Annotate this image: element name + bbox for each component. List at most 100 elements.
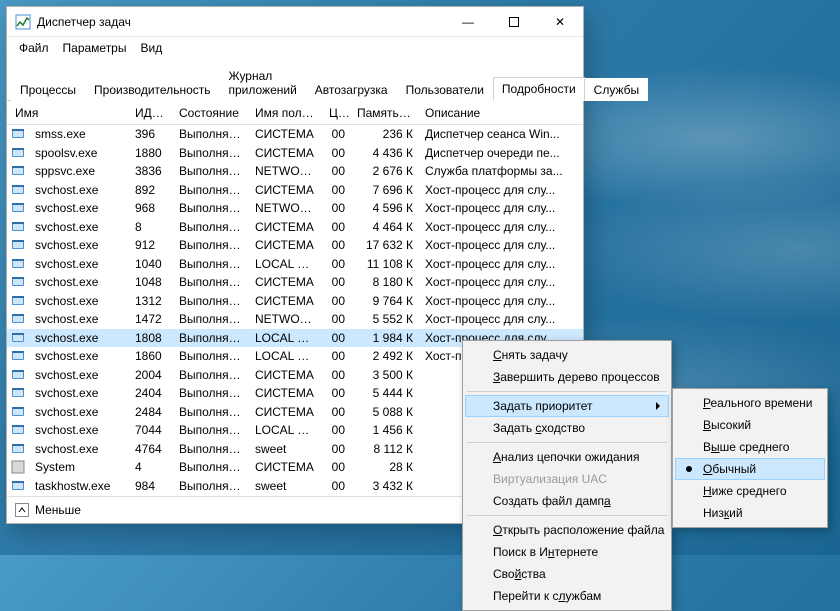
table-row[interactable]: svchost.exe968ВыполняетсяNETWORK...004 5… — [7, 199, 583, 218]
col-user[interactable]: Имя польз... — [249, 106, 323, 120]
menu-item-create-dump[interactable]: Создать файл дампа — [465, 490, 669, 512]
menu-item-search-online[interactable]: Поиск в Интернете — [465, 541, 669, 563]
cell-user: СИСТЕМА — [249, 386, 323, 400]
menu-item-end-task[interactable]: Снять задачу — [465, 344, 669, 366]
menu-item-end-tree[interactable]: Завершить дерево процессов — [465, 366, 669, 388]
process-icon — [11, 423, 25, 437]
cell-status: Выполняется — [173, 442, 249, 456]
menu-item-set-affinity[interactable]: Задать сходство — [465, 417, 669, 439]
table-row[interactable]: svchost.exe1312ВыполняетсяСИСТЕМА009 764… — [7, 292, 583, 311]
process-icon — [11, 442, 25, 456]
cell-desc: Хост-процесс для слу... — [419, 201, 581, 215]
priority-low[interactable]: Низкий — [675, 502, 825, 524]
submenu-arrow-icon — [656, 402, 660, 410]
cell-name: System — [29, 460, 129, 474]
tab-3[interactable]: Автозагрузка — [306, 78, 397, 101]
fewer-details-button[interactable] — [15, 503, 29, 517]
col-status[interactable]: Состояние — [173, 106, 249, 120]
cell-mem: 7 696 К — [351, 183, 419, 197]
process-icon — [11, 368, 25, 382]
cell-pid: 396 — [129, 127, 173, 141]
cell-cpu: 00 — [323, 349, 351, 363]
cell-desc: Хост-процесс для слу... — [419, 183, 581, 197]
menu-item-properties[interactable]: Свойства — [465, 563, 669, 585]
tab-2[interactable]: Журнал приложений — [220, 64, 306, 101]
col-name[interactable]: Имя — [9, 106, 129, 120]
table-row[interactable]: smss.exe396ВыполняетсяСИСТЕМА00236 КДисп… — [7, 125, 583, 144]
menu-item-analyze-wait[interactable]: Анализ цепочки ожидания — [465, 446, 669, 468]
cell-cpu: 00 — [323, 257, 351, 271]
cell-name: smss.exe — [29, 127, 129, 141]
priority-realtime[interactable]: Реального времени — [675, 392, 825, 414]
menu-item-open-location[interactable]: Открыть расположение файла — [465, 519, 669, 541]
maximize-button[interactable] — [491, 7, 537, 37]
tab-4[interactable]: Пользователи — [397, 78, 493, 101]
cell-pid: 2404 — [129, 386, 173, 400]
tab-6[interactable]: Службы — [585, 78, 648, 101]
cell-mem: 8 180 К — [351, 275, 419, 289]
cell-status: Выполняется — [173, 294, 249, 308]
tabs: ПроцессыПроизводительностьЖурнал приложе… — [7, 59, 583, 101]
col-mem[interactable]: Память (ч... — [351, 106, 419, 120]
process-icon — [11, 386, 25, 400]
table-row[interactable]: svchost.exe8ВыполняетсяСИСТЕМА004 464 КХ… — [7, 218, 583, 237]
process-icon — [11, 294, 25, 308]
process-icon — [11, 460, 25, 474]
priority-below[interactable]: Ниже среднего — [675, 480, 825, 502]
table-row[interactable]: sppsvc.exe3836ВыполняетсяNETWORK...002 6… — [7, 162, 583, 181]
priority-normal[interactable]: Обычный — [675, 458, 825, 480]
table-row[interactable]: svchost.exe1472ВыполняетсяNETWORK...005 … — [7, 310, 583, 329]
menu-item-set-priority[interactable]: Задать приоритет — [465, 395, 669, 417]
cell-name: svchost.exe — [29, 442, 129, 456]
cell-pid: 4764 — [129, 442, 173, 456]
close-button[interactable]: ✕ — [537, 7, 583, 37]
priority-submenu: Реального времениВысокийВыше среднегоОбы… — [672, 388, 828, 528]
cell-user: СИСТЕМА — [249, 405, 323, 419]
table-row[interactable]: spoolsv.exe1880ВыполняетсяСИСТЕМА004 436… — [7, 144, 583, 163]
priority-high[interactable]: Высокий — [675, 414, 825, 436]
cell-cpu: 00 — [323, 183, 351, 197]
menu-options[interactable]: Параметры — [57, 39, 133, 57]
cell-name: sppsvc.exe — [29, 164, 129, 178]
col-desc[interactable]: Описание — [419, 106, 581, 120]
tab-1[interactable]: Производительность — [85, 78, 219, 101]
tab-5[interactable]: Подробности — [493, 77, 585, 101]
cell-mem: 1 984 К — [351, 331, 419, 345]
cell-name: spoolsv.exe — [29, 146, 129, 160]
menu-file[interactable]: Файл — [13, 39, 55, 57]
chevron-up-icon — [18, 506, 26, 514]
col-cpu[interactable]: ЦП — [323, 106, 351, 120]
menu-view[interactable]: Вид — [134, 39, 168, 57]
table-row[interactable]: svchost.exe912ВыполняетсяСИСТЕМА0017 632… — [7, 236, 583, 255]
cell-cpu: 00 — [323, 331, 351, 345]
cell-desc: Хост-процесс для слу... — [419, 312, 581, 326]
cell-user: sweet — [249, 479, 323, 493]
titlebar[interactable]: Диспетчер задач — ✕ — [7, 7, 583, 37]
minimize-button[interactable]: — — [445, 7, 491, 37]
cell-user: СИСТЕМА — [249, 294, 323, 308]
table-row[interactable]: svchost.exe1040ВыполняетсяLOCAL SE...001… — [7, 255, 583, 274]
cell-name: svchost.exe — [29, 294, 129, 308]
cell-pid: 892 — [129, 183, 173, 197]
fewer-details-label[interactable]: Меньше — [35, 503, 81, 517]
cell-mem: 5 088 К — [351, 405, 419, 419]
col-pid[interactable]: ИД п... — [129, 106, 173, 120]
cell-desc: Хост-процесс для слу... — [419, 257, 581, 271]
cell-name: taskhostw.exe — [29, 479, 129, 493]
cell-user: sweet — [249, 442, 323, 456]
cell-cpu: 00 — [323, 201, 351, 215]
table-row[interactable]: svchost.exe892ВыполняетсяСИСТЕМА007 696 … — [7, 181, 583, 200]
menu-separator — [467, 391, 667, 392]
cell-pid: 3836 — [129, 164, 173, 178]
table-row[interactable]: svchost.exe1048ВыполняетсяСИСТЕМА008 180… — [7, 273, 583, 292]
cell-user: NETWORK... — [249, 312, 323, 326]
cell-status: Выполняется — [173, 183, 249, 197]
priority-above[interactable]: Выше среднего — [675, 436, 825, 458]
process-icon — [11, 164, 25, 178]
menu-item-go-services[interactable]: Перейти к службам — [465, 585, 669, 607]
cell-user: СИСТЕМА — [249, 146, 323, 160]
cell-mem: 4 436 К — [351, 146, 419, 160]
tab-0[interactable]: Процессы — [11, 78, 85, 101]
cell-user: СИСТЕМА — [249, 238, 323, 252]
cell-name: svchost.exe — [29, 275, 129, 289]
